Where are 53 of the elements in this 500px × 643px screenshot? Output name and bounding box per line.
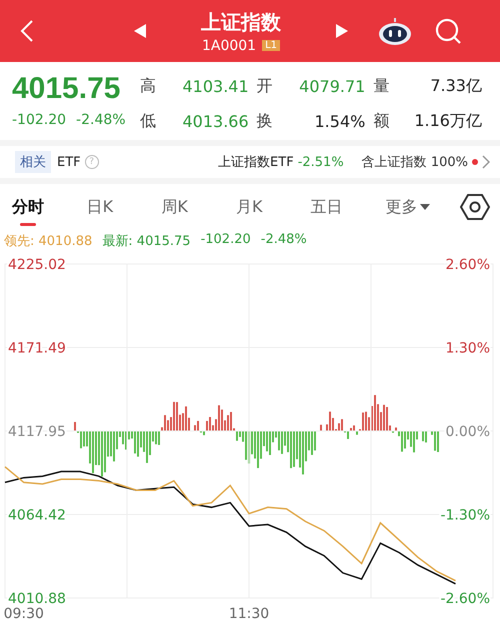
axis-label: 4225.02 [8,257,66,273]
robot-icon[interactable] [378,16,412,46]
etf-bar[interactable]: 相关 ETF ? 上证指数ETF -2.51% 含上证指数 100% [0,146,500,184]
stat-label: 开 [256,76,274,97]
percent-axis-label: 0.00% [446,424,490,440]
stat-label: 高 [140,76,157,97]
chart-tab[interactable]: 更多 [385,188,460,226]
etf-label: ETF [57,154,81,170]
chart-tab[interactable]: 周K [161,188,236,226]
search-icon[interactable] [434,17,462,45]
stat-label: 换 [256,111,274,132]
stat-label: 低 [140,111,157,132]
stat-label: 量 [373,76,390,97]
percent-axis-label: -1.30% [440,508,490,524]
time-label: 11:30 [228,606,270,622]
axis-label: 4010.88 [8,591,66,607]
axis-label: 4064.42 [8,508,66,524]
percent-axis-label: -2.60% [440,591,490,607]
etf-change: -2.51% [298,154,344,170]
latest-change: -102.20 [200,232,251,249]
next-icon[interactable] [336,24,348,38]
related-tag: 相关 [15,151,51,173]
previous-icon[interactable] [134,24,146,38]
stock-code: 1A0001 [202,38,256,54]
stat-value: 4103.41 [181,77,250,96]
time-label: 09:30 [4,606,44,622]
chevron-icon[interactable] [482,155,490,169]
back-icon[interactable] [20,19,34,43]
chart-tab[interactable]: 分时 [12,188,87,226]
current-price: 4015.75 [12,72,122,106]
chart-tab[interactable]: 五日 [310,188,386,226]
chart-tab[interactable]: 日K [86,188,162,226]
latest-label: 最新: 4015.75 [102,233,191,250]
stat-value: 4013.66 [181,112,250,131]
percent-change: -2.48% [76,112,126,128]
stat-value: 1.54% [314,112,366,131]
axis-label: 4171.49 [8,340,66,356]
lead-label: 领先: 4010.88 [4,233,92,250]
stat-value: 4079.71 [298,77,366,96]
page-title: 上证指数 [201,8,281,36]
level-badge: L1 [262,40,280,51]
etf-name: 上证指数ETF [218,154,294,171]
stat-label: 额 [373,111,390,132]
holding-text: 含上证指数 100% [362,154,468,171]
chart-tab[interactable]: 月K [236,188,311,226]
price-change: -102.20 [12,112,66,128]
latest-percent: -2.48% [260,232,307,249]
percent-axis-label: 1.30% [446,340,490,356]
percent-axis-label: 2.60% [446,257,490,273]
stat-value: 1.16万亿 [413,111,483,132]
settings-icon[interactable] [460,193,490,221]
axis-label: 4117.95 [8,424,66,440]
stat-value: 7.33亿 [429,76,483,97]
